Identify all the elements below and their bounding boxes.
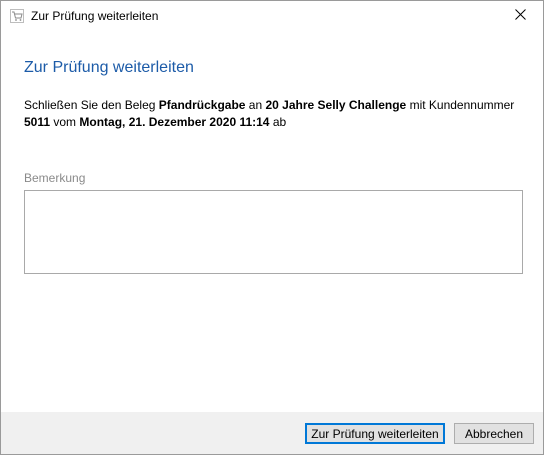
document-type: Pfandrückgabe bbox=[158, 98, 246, 112]
close-button[interactable] bbox=[497, 1, 543, 31]
document-datetime: Montag, 21. Dezember 2020 11:14 bbox=[79, 115, 270, 129]
dialog-message: Schließen Sie den Beleg Pfandrückgabe an… bbox=[24, 97, 524, 131]
dialog-window: Zur Prüfung weiterleiten Zur Prüfung wei… bbox=[0, 0, 544, 455]
challenge-name: 20 Jahre Selly Challenge bbox=[265, 98, 407, 112]
customer-number: 5011 bbox=[24, 115, 51, 129]
button-bar: Zur Prüfung weiterleiten Abbrechen bbox=[1, 412, 543, 454]
message-text: vom bbox=[50, 115, 80, 129]
title-bar: Zur Prüfung weiterleiten bbox=[1, 1, 543, 32]
submit-button[interactable]: Zur Prüfung weiterleiten bbox=[305, 423, 445, 444]
message-text: ab bbox=[269, 115, 287, 129]
cart-icon bbox=[10, 9, 24, 23]
window-title: Zur Prüfung weiterleiten bbox=[31, 9, 159, 23]
dialog-heading: Zur Prüfung weiterleiten bbox=[24, 59, 194, 76]
close-icon bbox=[514, 7, 526, 25]
remark-input[interactable] bbox=[24, 190, 523, 274]
cancel-button[interactable]: Abbrechen bbox=[454, 423, 534, 444]
remark-label: Bemerkung bbox=[24, 171, 86, 185]
message-text: mit Kundennummer bbox=[406, 98, 515, 112]
message-text: Schließen Sie den Beleg bbox=[24, 98, 159, 112]
message-text: an bbox=[245, 98, 266, 112]
